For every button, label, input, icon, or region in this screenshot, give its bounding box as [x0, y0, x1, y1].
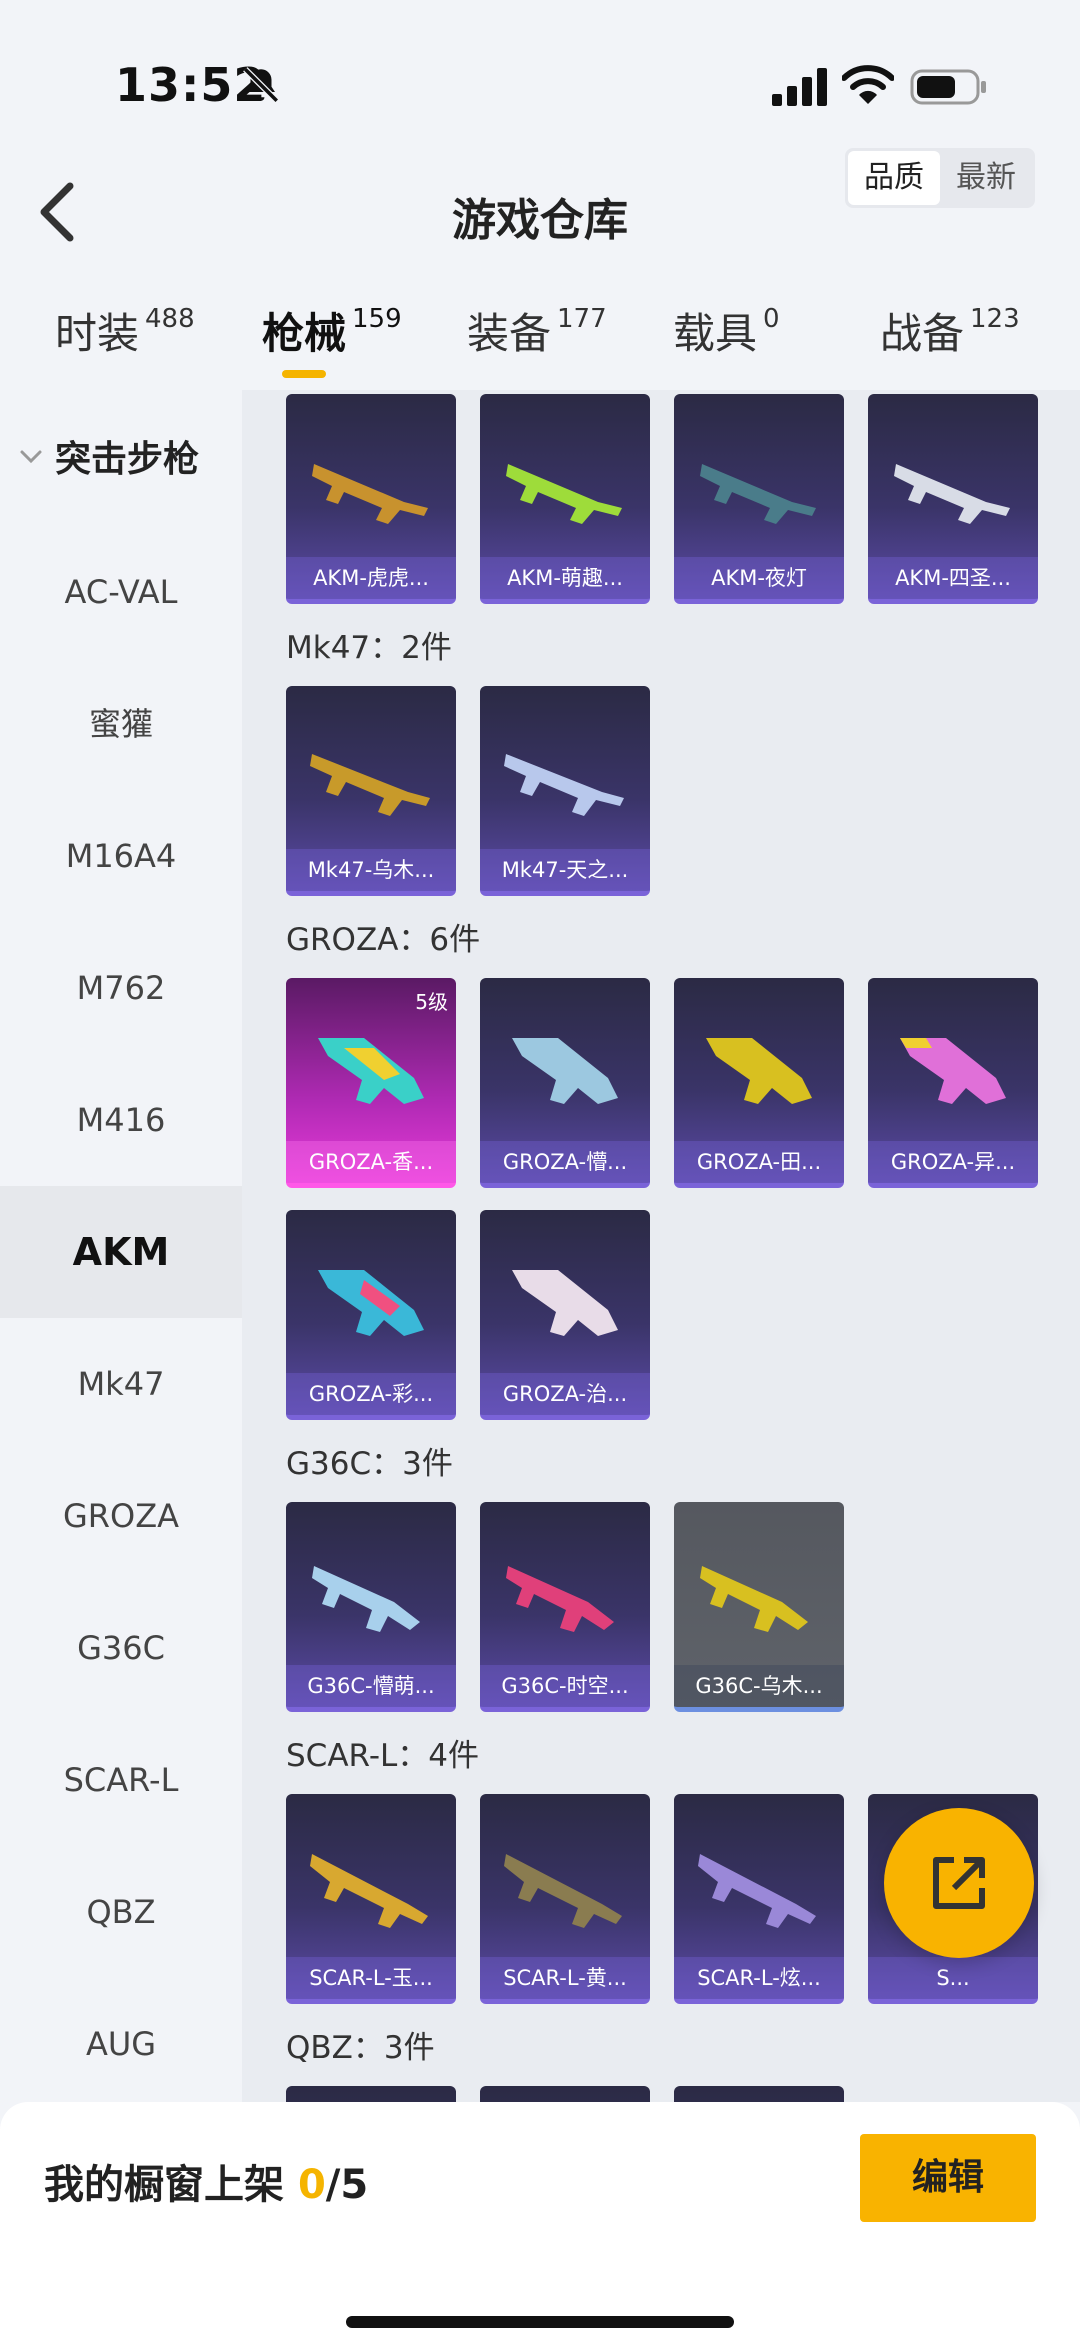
sidebar-item-qbz[interactable]: QBZ	[0, 1846, 242, 1978]
skin-card[interactable]	[286, 2086, 456, 2102]
sidebar-item-ac-val[interactable]: AC-VAL	[0, 526, 242, 658]
sort-option-quality[interactable]: 品质	[848, 151, 940, 205]
skin-card[interactable]: G36C-乌木...	[674, 1502, 844, 1712]
skin-card[interactable]: AKM-四圣...	[868, 394, 1038, 604]
category-tabs: 时装 488 枪械 159 装备 177 载具 0 战备 123	[0, 300, 1080, 390]
rifle-icon	[310, 1854, 428, 1928]
status-bar: 13:52	[0, 0, 1080, 130]
share-icon	[933, 1857, 985, 1909]
rifle-icon	[900, 1038, 1006, 1104]
rifle-icon	[894, 464, 1010, 524]
weapon-sidebar: 突击步枪 AC-VAL 蜜獾 M16A4 M762 M416 AKM Mk47 …	[0, 390, 242, 2102]
rifle-icon	[706, 1038, 812, 1104]
bell-muted-icon	[243, 67, 279, 103]
rifle-icon	[504, 754, 624, 816]
skin-card[interactable]: SCAR-L-黄...	[480, 1794, 650, 2004]
tab-supplies[interactable]: 战备 123	[880, 300, 1020, 361]
rifle-icon	[506, 464, 622, 524]
group-title-groza: GROZA：6件	[286, 922, 481, 958]
skin-card[interactable]: Mk47-天之...	[480, 686, 650, 896]
header: 游戏仓库 品质 最新	[0, 140, 1080, 280]
showcase-current: 0	[297, 2162, 326, 2208]
skin-card[interactable]	[674, 2086, 844, 2102]
group-title-qbz: QBZ：3件	[286, 2030, 435, 2066]
active-tab-indicator	[282, 370, 326, 378]
sidebar-item-groza[interactable]: GROZA	[0, 1450, 242, 1582]
skin-card[interactable]: Mk47-乌木...	[286, 686, 456, 896]
tab-vehicles[interactable]: 载具 0	[673, 300, 780, 361]
tab-guns[interactable]: 枪械 159	[262, 300, 402, 361]
rifle-icon	[318, 1270, 424, 1336]
sidebar-item-m16a4[interactable]: M16A4	[0, 790, 242, 922]
sidebar-item-akm[interactable]: AKM	[0, 1186, 242, 1318]
skin-card[interactable]: GROZA-治...	[480, 1210, 650, 1420]
showcase-bar: 我的橱窗上架 0/5 编辑	[0, 2102, 1080, 2348]
skin-card[interactable]: AKM-虎虎...	[286, 394, 456, 604]
skin-card[interactable]: G36C-时空...	[480, 1502, 650, 1712]
sidebar-item-scar-l[interactable]: SCAR-L	[0, 1714, 242, 1846]
skin-card[interactable]: AKM-萌趣...	[480, 394, 650, 604]
share-button[interactable]	[884, 1808, 1034, 1958]
group-title-mk47: Mk47：2件	[286, 630, 452, 666]
skin-card[interactable]: SCAR-L-玉...	[286, 1794, 456, 2004]
sidebar-item-m416[interactable]: M416	[0, 1054, 242, 1186]
chevron-down-icon	[20, 450, 42, 464]
rifle-icon	[700, 1566, 808, 1632]
edit-button[interactable]: 编辑	[860, 2134, 1036, 2222]
skin-card[interactable]: 5级 GROZA-香...	[286, 978, 456, 1188]
skin-card[interactable]: GROZA-懵...	[480, 978, 650, 1188]
wifi-icon	[842, 65, 894, 104]
sidebar-item-g36c[interactable]: G36C	[0, 1582, 242, 1714]
rifle-icon	[700, 464, 816, 524]
rifle-icon	[310, 754, 430, 816]
sort-option-latest[interactable]: 最新	[940, 151, 1032, 205]
sidebar-item-m762[interactable]: M762	[0, 922, 242, 1054]
rifle-icon	[312, 1566, 420, 1632]
showcase-label: 我的橱窗上架 0/5	[44, 2162, 369, 2208]
rifle-icon	[512, 1270, 618, 1336]
group-title-scar-l: SCAR-L：4件	[286, 1738, 479, 1774]
rifle-icon	[512, 1038, 618, 1104]
skin-card[interactable]	[480, 2086, 650, 2102]
skin-card[interactable]: GROZA-异...	[868, 978, 1038, 1188]
home-indicator[interactable]	[346, 2316, 734, 2328]
rifle-icon	[698, 1854, 816, 1928]
rifle-icon	[504, 1854, 622, 1928]
skin-card[interactable]: GROZA-彩...	[286, 1210, 456, 1420]
rifle-icon	[318, 1038, 424, 1104]
skin-card[interactable]: AKM-夜灯	[674, 394, 844, 604]
sidebar-item-mk47[interactable]: Mk47	[0, 1318, 242, 1450]
sidebar-category-header[interactable]: 突击步枪	[0, 430, 242, 490]
cellular-signal-icon	[772, 68, 827, 106]
showcase-total: /5	[325, 2162, 369, 2208]
sort-toggle[interactable]: 品质 最新	[845, 148, 1035, 208]
tab-equipment[interactable]: 装备 177	[467, 300, 607, 361]
tab-outfits[interactable]: 时装 488	[55, 300, 195, 361]
sidebar-item-honey-badger[interactable]: 蜜獾	[0, 658, 242, 790]
skin-card[interactable]: GROZA-田...	[674, 978, 844, 1188]
group-title-g36c: G36C：3件	[286, 1446, 453, 1482]
skin-card[interactable]: G36C-懵萌...	[286, 1502, 456, 1712]
rifle-icon	[506, 1566, 614, 1632]
skin-card[interactable]: SCAR-L-炫...	[674, 1794, 844, 2004]
rifle-icon	[312, 464, 428, 524]
sidebar-item-aug[interactable]: AUG	[0, 1978, 242, 2110]
battery-icon	[910, 69, 986, 105]
